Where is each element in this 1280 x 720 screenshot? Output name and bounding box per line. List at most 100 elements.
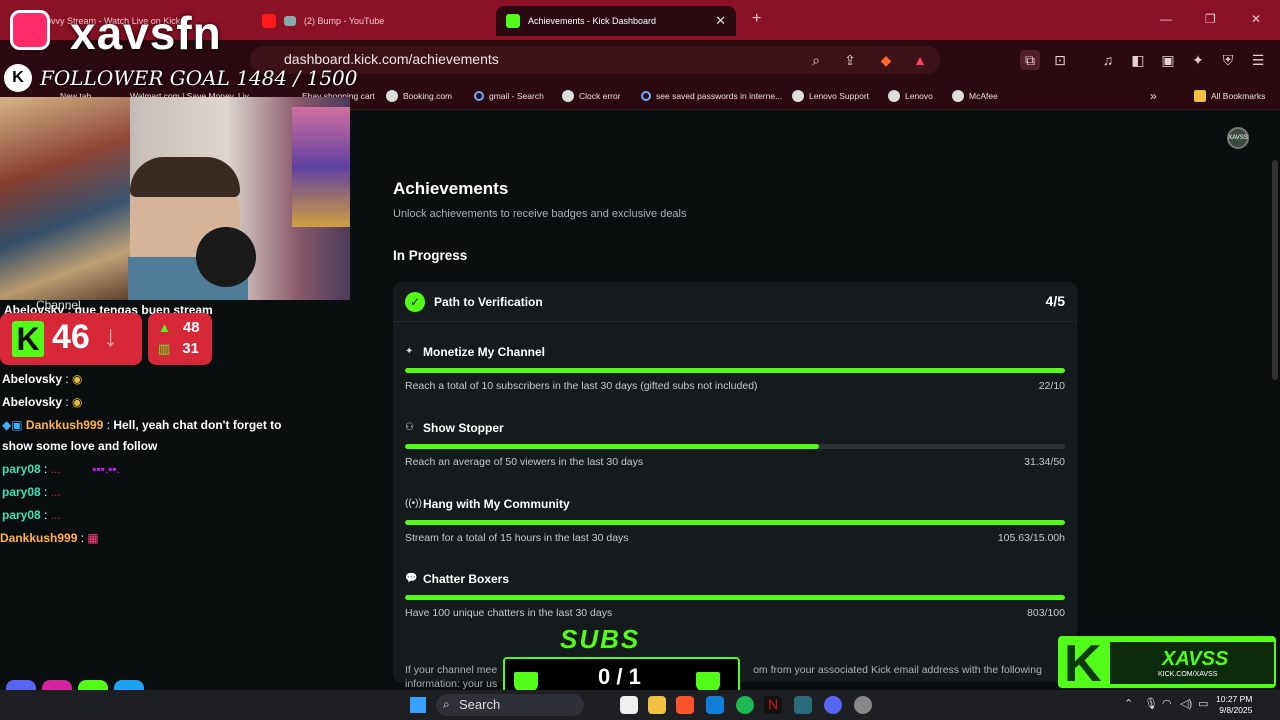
restore-icon[interactable]: ❐ — [1205, 12, 1216, 26]
app-icon[interactable] — [794, 696, 812, 714]
bookmarks-overflow-icon[interactable]: » — [1150, 89, 1157, 103]
progress-fill — [405, 595, 1065, 600]
file-explorer-icon[interactable] — [648, 696, 666, 714]
emote-icon: ◉ — [72, 395, 83, 409]
wifi-icon[interactable]: ◠ — [1162, 697, 1172, 710]
task-show-stopper: ⚇ Show Stopper Reach an average of 50 vi… — [405, 421, 1065, 482]
streamer-name: xavsfn — [70, 7, 222, 59]
spotify-icon[interactable] — [736, 696, 754, 714]
bookmark-mcafee[interactable]: McAfee — [952, 89, 998, 103]
page-scrollbar[interactable] — [1272, 160, 1278, 380]
badge-icon: ◆▣ — [2, 418, 23, 432]
bookmark-gmail-search[interactable]: gmail - Search — [474, 89, 544, 103]
task-description: Reach a total of 10 subscribers in the l… — [405, 380, 758, 392]
broadcast-icon: ((•)) — [405, 498, 422, 509]
page-subtitle: Unlock achievements to receive badges an… — [393, 208, 687, 220]
verification-card: ✓ Path to Verification 4/5 ✦ Monetize My… — [393, 282, 1077, 682]
edge-icon[interactable] — [706, 696, 724, 714]
instagram-style-logo-icon — [10, 10, 50, 50]
card-header[interactable]: ✓ Path to Verification 4/5 — [393, 282, 1077, 322]
progress-fill — [405, 368, 1065, 373]
emote-icon: ◉ — [72, 372, 83, 386]
globe-icon — [952, 90, 964, 102]
windows-start-icon[interactable] — [410, 697, 426, 713]
bookmark-lenovo[interactable]: Lenovo — [888, 89, 933, 103]
tab-group-icon — [284, 16, 296, 26]
follower-goal-text: FOLLOWER GOAL 1484 / 1500 — [40, 66, 358, 90]
minimize-icon[interactable]: — — [1160, 12, 1172, 26]
brand-url: KICK.COM/XAVSS — [1158, 671, 1218, 678]
globe-icon — [792, 90, 804, 102]
emote-icon: ... — [50, 462, 61, 476]
card-progress-count: 4/5 — [1045, 293, 1065, 309]
trend-down-icon: ↓ — [103, 320, 118, 353]
task-value: 105.63/15.00h — [997, 532, 1065, 544]
brave-browser-icon[interactable] — [676, 696, 694, 714]
mic-icon[interactable]: 🎙 — [1144, 697, 1158, 710]
close-window-icon[interactable]: ✕ — [1251, 12, 1261, 26]
chat-message: pary08 : ... ▪▪▪.▪▪. — [2, 462, 121, 476]
task-description: Reach an average of 50 viewers in the la… — [405, 456, 644, 468]
up-arrow-icon: ▲ — [158, 320, 171, 335]
stat-peak: ▲ 48 — [158, 319, 200, 336]
tab-achievements[interactable]: Achievements - Kick Dashboard ✕ — [496, 6, 736, 36]
progress-bar — [405, 520, 1065, 525]
task-name: Show Stopper — [423, 421, 504, 435]
zoom-icon[interactable]: ⌕ — [806, 50, 826, 70]
task-view-icon[interactable] — [620, 696, 638, 714]
chat-message: ◆▣ Dankkush999 : Hell, yeah chat don't f… — [2, 418, 282, 432]
share-icon[interactable]: ⇪ — [840, 50, 860, 70]
windows-taskbar — [0, 690, 1280, 720]
brave-shield-icon[interactable]: ◆ — [876, 50, 896, 70]
brave-rewards-icon[interactable]: ▲ — [910, 50, 930, 70]
battery-icon[interactable]: ▭ — [1198, 697, 1208, 710]
microphone — [196, 227, 256, 287]
section-heading-in-progress: In Progress — [393, 248, 468, 263]
tab-youtube-bump[interactable]: (2) Bump - YouTube — [262, 8, 492, 34]
wall-poster-left — [0, 97, 130, 300]
brand-name: XAVSS — [1162, 648, 1229, 670]
vpn-icon[interactable]: ⛨ — [1218, 50, 1238, 70]
cup-icon — [696, 672, 720, 692]
task-value: 803/100 — [1027, 607, 1065, 619]
bar-chart-icon: ▥ — [158, 340, 171, 356]
netflix-icon[interactable]: N — [764, 696, 782, 714]
kick-favicon-icon — [506, 14, 520, 28]
people-icon: ⚇ — [405, 422, 414, 433]
discord-taskbar-icon[interactable] — [824, 696, 842, 714]
obs-icon[interactable] — [854, 696, 872, 714]
progress-bar — [405, 368, 1065, 373]
leo-ai-icon[interactable]: ✦ — [1188, 50, 1208, 70]
task-description: Have 100 unique chatters in the last 30 … — [405, 607, 613, 619]
media-icon[interactable]: ♫ — [1098, 50, 1118, 70]
bookmark-lenovo-support[interactable]: Lenovo Support — [792, 89, 869, 103]
user-avatar[interactable]: XAVSS — [1227, 127, 1249, 149]
extensions-icon[interactable]: ⧉ — [1020, 50, 1040, 70]
taskbar-clock[interactable]: 10:27 PM 9/8/2025 — [1216, 694, 1252, 716]
chat-message: pary08 : ... — [2, 485, 61, 499]
tab-search-icon[interactable]: ⊡ — [1050, 50, 1070, 70]
wallet-icon[interactable]: ▣ — [1158, 50, 1178, 70]
bookmark-booking[interactable]: Booking.com — [386, 89, 452, 103]
bookmark-saved-passwords[interactable]: see saved passwords in interne... — [641, 89, 782, 103]
task-value: 31.34/50 — [1024, 456, 1065, 468]
taskbar-search-label: Search — [459, 697, 501, 712]
sidebar-icon[interactable]: ◧ — [1128, 50, 1148, 70]
volume-icon[interactable]: ◁) — [1180, 697, 1192, 710]
sub-goal-label: SUBS — [560, 624, 641, 654]
kick-logo-icon: K — [12, 321, 44, 357]
globe-icon — [888, 90, 900, 102]
progress-bar — [405, 444, 1065, 449]
all-bookmarks[interactable]: All Bookmarks — [1194, 89, 1265, 103]
viewer-count: 46 — [52, 318, 90, 356]
kick-logo-icon: K — [1064, 635, 1102, 693]
youtube-favicon-icon — [262, 14, 276, 28]
close-tab-icon[interactable]: ✕ — [715, 13, 726, 29]
new-tab-button[interactable]: + — [752, 10, 761, 28]
menu-icon[interactable]: ☰ — [1248, 50, 1268, 70]
streamer-hair — [130, 157, 240, 197]
emote-icon: ▦ — [87, 531, 99, 545]
tray-overflow-icon[interactable]: ⌃ — [1124, 697, 1133, 710]
sparkle-icon: ✦ — [405, 346, 414, 357]
bookmark-clock-error[interactable]: Clock error — [562, 89, 621, 103]
